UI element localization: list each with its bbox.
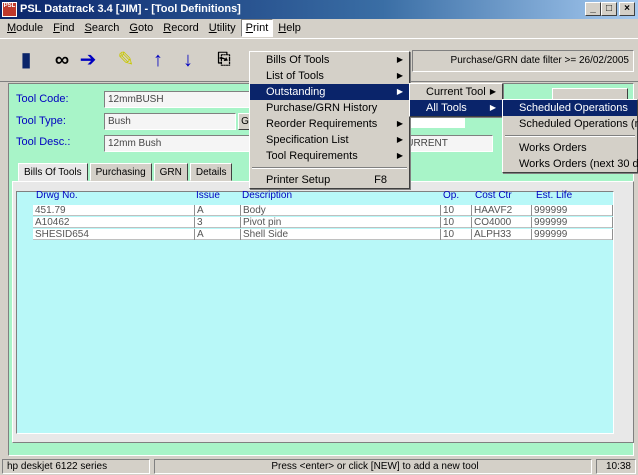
cell-issue: 3 xyxy=(195,217,241,228)
menu-module[interactable]: Module xyxy=(2,19,48,37)
table-row[interactable]: 451.79 A Body 10 HAAVF2 999999 xyxy=(33,205,613,216)
exit-door-icon[interactable]: ▮ xyxy=(14,48,38,72)
cell-description: Body xyxy=(241,205,441,216)
cell-est-life: 999999 xyxy=(532,229,613,240)
cell-issue: A xyxy=(195,205,241,216)
menu-search[interactable]: Search xyxy=(80,19,125,37)
tool-code-label: Tool Code: xyxy=(16,93,69,105)
cell-op: 10 xyxy=(441,217,472,228)
tool-desc-label: Tool Desc.: xyxy=(16,136,71,148)
menu-help[interactable]: Help xyxy=(273,19,306,37)
menubar: Module Find Search Goto Record Utility P… xyxy=(0,19,638,37)
cell-drwg-no: 451.79 xyxy=(33,205,195,216)
status-message: Press <enter> or click [NEW] to add a ne… xyxy=(154,459,592,474)
cell-description: Pivot pin xyxy=(241,217,441,228)
cell-est-life: 999999 xyxy=(532,217,613,228)
col-header-issue[interactable]: Issue xyxy=(196,190,220,201)
menu-item-tool-requirements[interactable]: Tool Requirements ▶ xyxy=(250,148,409,164)
cell-description: Shell Side xyxy=(241,229,441,240)
copy-icon[interactable]: ⎘ xyxy=(212,48,236,72)
cell-cost-ctr: CO4000 xyxy=(472,217,532,228)
cell-op: 10 xyxy=(441,229,472,240)
table-row[interactable]: SHESID654 A Shell Side 10 ALPH33 999999 xyxy=(33,229,613,240)
tab-strip: Bills Of Tools Purchasing GRN Details xyxy=(18,163,234,181)
print-menu: Bills Of Tools ▶ List of Tools ▶ Outstandi… xyxy=(249,51,410,189)
col-header-drwg-no[interactable]: Drwg No. xyxy=(36,190,78,201)
status-printer: hp deskjet 6122 series xyxy=(2,459,150,474)
menu-item-specification-list[interactable]: Specification List ▶ xyxy=(250,132,409,148)
cell-op: 10 xyxy=(441,205,472,216)
menu-goto[interactable]: Goto xyxy=(124,19,158,37)
maximize-button[interactable]: □ xyxy=(601,2,617,16)
tool-type-field[interactable]: Bush xyxy=(104,113,236,130)
tool-type-label: Tool Type: xyxy=(16,115,66,127)
app-icon[interactable]: PSL xyxy=(2,2,17,17)
menu-item-purchase-grn-history[interactable]: Purchase/GRN History xyxy=(250,100,409,116)
menu-find[interactable]: Find xyxy=(48,19,79,37)
window-title: PSL Datatrack 3.4 [JIM] - [Tool Definiti… xyxy=(20,3,241,15)
outstanding-submenu: Current Tool ▶ All Tools ▶ xyxy=(409,83,503,117)
pen-icon[interactable]: ✎ xyxy=(114,48,138,72)
close-button[interactable]: × xyxy=(619,2,635,16)
statusbar: hp deskjet 6122 series Press <enter> or … xyxy=(0,458,638,475)
tab-bills-of-tools[interactable]: Bills Of Tools xyxy=(18,163,88,181)
menu-item-bills-of-tools[interactable]: Bills Of Tools ▶ xyxy=(250,52,409,68)
col-header-est-life[interactable]: Est. Life xyxy=(536,190,572,201)
tab-grn[interactable]: GRN xyxy=(153,163,188,181)
menu-separator xyxy=(252,167,407,169)
tool-code-field[interactable]: 12mmBUSH xyxy=(104,91,254,108)
cell-drwg-no: A10462 xyxy=(33,217,195,228)
cell-est-life: 999999 xyxy=(532,205,613,216)
cell-issue: A xyxy=(195,229,241,240)
menu-record[interactable]: Record xyxy=(158,19,203,37)
window-titlebar[interactable]: PSL PSL Datatrack 3.4 [JIM] - [Tool Defi… xyxy=(0,0,638,19)
arrow-up-icon[interactable]: ↑ xyxy=(146,48,170,72)
tab-purchasing[interactable]: Purchasing xyxy=(89,163,152,181)
arrow-down-icon[interactable]: ↓ xyxy=(176,48,200,72)
table-row[interactable]: A10462 3 Pivot pin 10 CO4000 999999 xyxy=(33,217,613,228)
menu-item-current-tool[interactable]: Current Tool ▶ xyxy=(410,84,502,100)
menu-item-works-orders-next[interactable]: Works Orders (next 30 d xyxy=(503,156,638,172)
menu-utility[interactable]: Utility xyxy=(204,19,241,37)
menu-item-scheduled-operations[interactable]: Scheduled Operations xyxy=(503,100,637,116)
binoculars-icon[interactable]: ∞ xyxy=(50,48,74,72)
menu-print[interactable]: Print xyxy=(240,19,274,37)
menu-separator xyxy=(505,135,635,137)
cell-cost-ctr: HAAVF2 xyxy=(472,205,532,216)
all-tools-submenu: Scheduled Operations Scheduled Operation… xyxy=(502,99,638,173)
menu-item-list-of-tools[interactable]: List of Tools ▶ xyxy=(250,68,409,84)
minimize-button[interactable]: _ xyxy=(585,2,601,16)
date-filter-panel: Purchase/GRN date filter >= 26/02/2005 xyxy=(412,50,634,72)
col-header-op[interactable]: Op. xyxy=(443,190,459,201)
menu-item-outstanding[interactable]: Outstanding ▶ xyxy=(250,84,409,100)
status-time: 10:38 xyxy=(596,459,636,474)
menu-item-reorder-requirements[interactable]: Reorder Requirements ▶ xyxy=(250,116,409,132)
tab-details[interactable]: Details xyxy=(189,163,233,181)
menu-item-all-tools[interactable]: All Tools ▶ xyxy=(410,100,502,116)
col-header-description[interactable]: Description xyxy=(242,190,292,201)
cell-drwg-no: SHESID654 xyxy=(33,229,195,240)
menu-item-works-orders[interactable]: Works Orders xyxy=(503,140,637,156)
tool-desc-field[interactable]: 12mm Bush xyxy=(104,135,254,152)
cell-cost-ctr: ALPH33 xyxy=(472,229,532,240)
menu-item-printer-setup[interactable]: Printer Setup F8 xyxy=(250,172,409,188)
col-header-cost-ctr[interactable]: Cost Ctr xyxy=(475,190,512,201)
menu-item-scheduled-operations-next[interactable]: Scheduled Operations (n xyxy=(503,116,638,132)
arrow-right-icon[interactable]: ➔ xyxy=(76,48,100,72)
